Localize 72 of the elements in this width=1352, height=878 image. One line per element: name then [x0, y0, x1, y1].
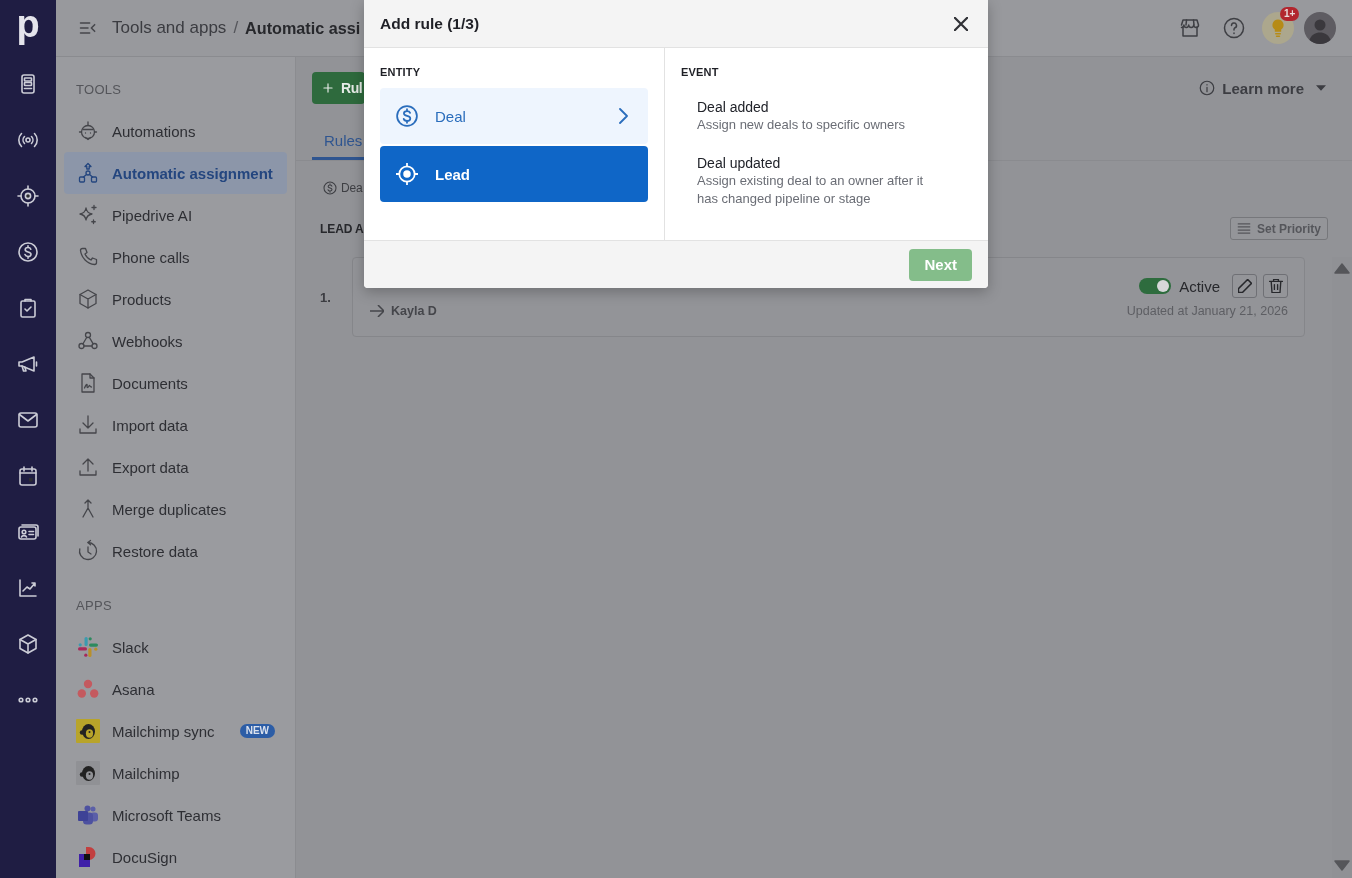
section-heading: APPS [75, 598, 113, 614]
head-logo-icon [76, 719, 100, 743]
event-option[interactable]: Deal added Assign new deals to specific owners [681, 94, 953, 138]
modal-title: Add rule (1/3) [380, 14, 480, 33]
notification-badge: 1+ [1280, 7, 1300, 21]
entity-option[interactable]: Lead [380, 146, 648, 202]
logo[interactable]: p [16, 7, 40, 49]
target-icon [396, 163, 418, 185]
hash-logo-icon [76, 635, 100, 659]
plus-icon [321, 81, 335, 95]
sidebar-item[interactable]: Microsoft Teams [64, 794, 287, 836]
hierarchy-icon [76, 161, 100, 185]
caret-icon [1316, 85, 1326, 91]
sidebar-item[interactable]: Merge duplicates [64, 488, 287, 530]
arrow-right-icon [370, 305, 384, 317]
target-icon[interactable] [16, 184, 40, 208]
dollar-icon [396, 105, 418, 127]
robot-icon [76, 119, 100, 143]
section-heading: TOOLS [75, 82, 123, 98]
column-heading: EVENT [681, 66, 720, 79]
close-icon[interactable] [954, 16, 968, 31]
trash-icon [1268, 279, 1283, 293]
info-icon [1198, 79, 1217, 97]
head-logo-icon [76, 761, 100, 785]
sidebar-item[interactable]: Pipedrive AI [64, 194, 287, 236]
assignee-name: Kayla D [391, 303, 437, 319]
learn-more-button[interactable]: Learn more [1198, 79, 1326, 97]
help-icon[interactable] [1222, 16, 1246, 40]
pencil-icon [1237, 279, 1252, 293]
new-badge: NEW [239, 724, 275, 738]
page-title: Automatic assi [245, 18, 361, 38]
sidebar-item[interactable]: Mailchimp [64, 752, 287, 794]
sidebar-item[interactable]: Automatic assignment [64, 152, 287, 194]
delete-button[interactable] [1263, 274, 1288, 298]
rule-number: 1. [320, 289, 332, 305]
sidebar-item[interactable]: DocuSign [64, 836, 287, 878]
three-dots-logo-icon [76, 677, 100, 701]
edit-button[interactable] [1232, 274, 1257, 298]
column-heading: ENTITY [380, 66, 422, 79]
sidebar-item[interactable]: Products [64, 278, 287, 320]
breadcrumb-link[interactable]: Tools and apps [112, 18, 227, 38]
people-logo-icon [76, 803, 100, 827]
chevron-right-icon [619, 108, 628, 124]
download-icon [76, 413, 100, 437]
sidebar-item[interactable]: Phone calls [64, 236, 287, 278]
user-avatar[interactable] [1304, 12, 1336, 44]
sidebar-item[interactable]: Export data [64, 446, 287, 488]
status-label: Active [1179, 277, 1220, 295]
sidebar-item[interactable]: Import data [64, 404, 287, 446]
breadcrumb-separator: / [233, 18, 239, 38]
dollar-icon [322, 180, 338, 196]
history-icon [76, 539, 100, 563]
dollar-icon[interactable] [16, 240, 40, 264]
cube-icon[interactable] [16, 632, 40, 656]
sidebar-item[interactable]: Restore data [64, 530, 287, 572]
calendar-icon[interactable] [16, 464, 40, 488]
list-icon [1236, 223, 1251, 234]
toggle-switch[interactable] [1139, 278, 1172, 294]
chart-icon[interactable] [16, 576, 40, 600]
entity-option[interactable]: Deal [380, 88, 648, 144]
storefront-icon[interactable] [1178, 16, 1202, 40]
add-rule-button[interactable]: Rul [312, 72, 366, 104]
entity-filter[interactable]: Dea [322, 180, 363, 196]
sidebar-item[interactable]: Webhooks [64, 320, 287, 362]
event-option[interactable]: Deal updated Assign existing deal to an owner after it has changed pipeline or stage [681, 150, 953, 212]
sidebar-item[interactable]: Slack [64, 626, 287, 668]
sidebar-item[interactable]: Automations [64, 110, 287, 152]
sidebar-item[interactable]: Mailchimp sync NEW [64, 710, 287, 752]
section-heading: LEAD A [320, 221, 364, 236]
sidebar-item[interactable]: Asana [64, 668, 287, 710]
cube-icon [76, 287, 100, 311]
sidebar-item[interactable]: Documents [64, 362, 287, 404]
